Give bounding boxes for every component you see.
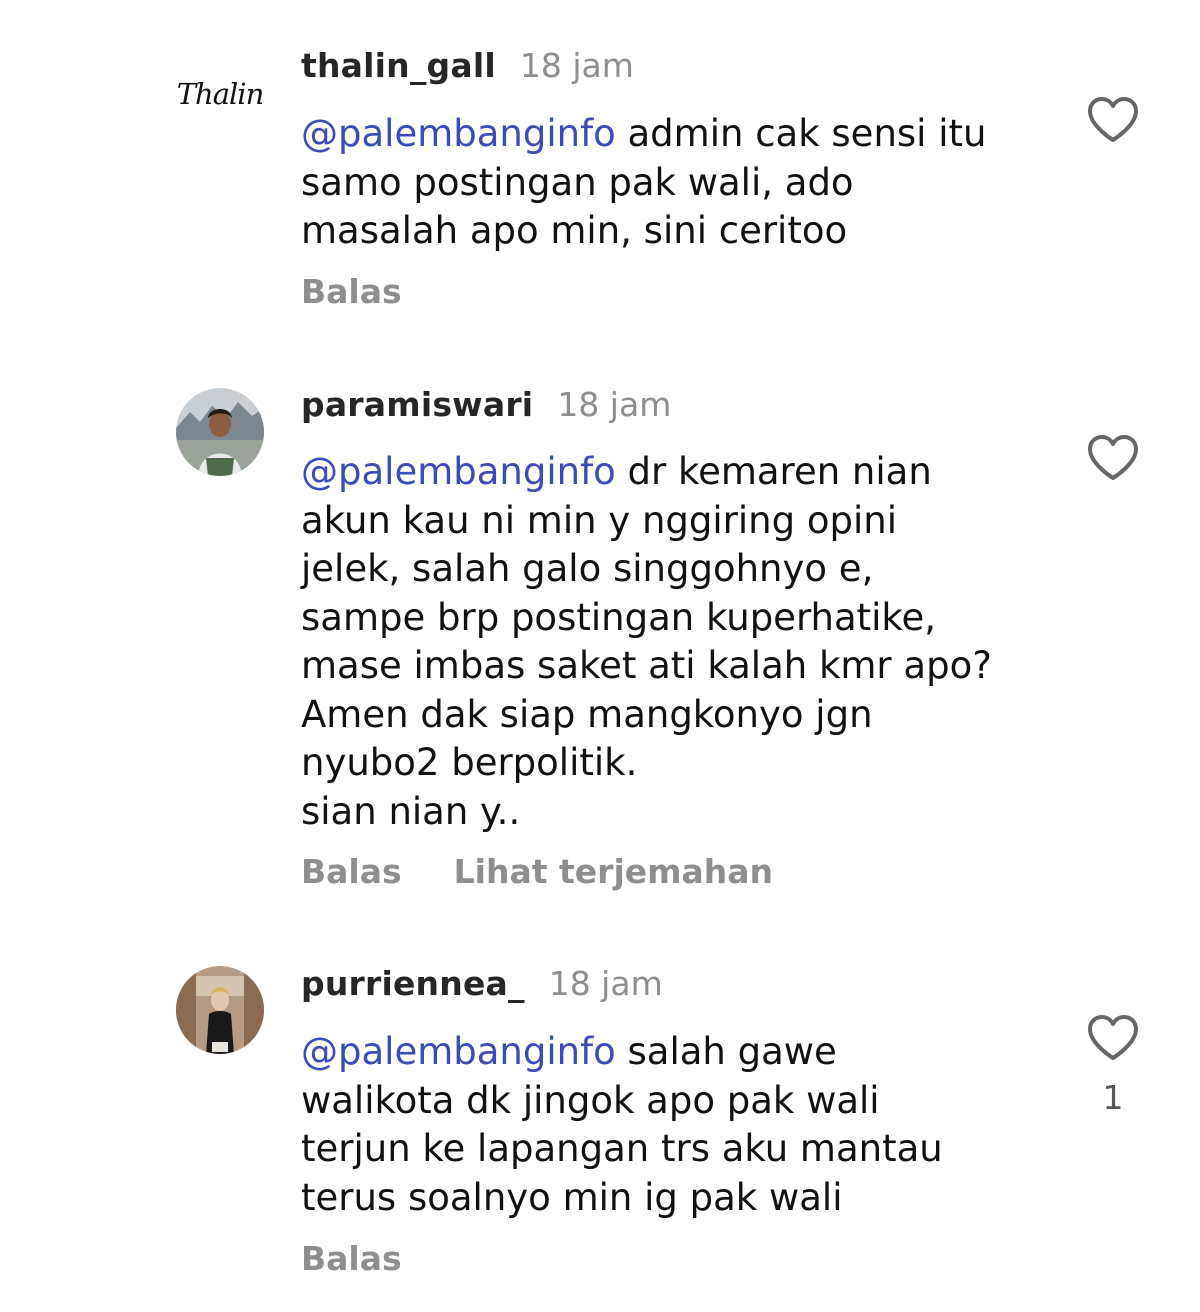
avatar[interactable] xyxy=(176,388,264,476)
reply-button[interactable]: Balas xyxy=(301,1239,402,1278)
comment-username[interactable]: thalin_gall xyxy=(301,46,496,85)
avatar-logo-text: Thalin xyxy=(176,77,264,111)
comment-actions: Balas xyxy=(301,1239,402,1278)
mention-link[interactable]: @palembanginfo xyxy=(301,450,616,493)
comment-timestamp: 18 jam xyxy=(548,964,663,1003)
avatar[interactable] xyxy=(176,966,264,1054)
avatar[interactable]: Thalin xyxy=(176,50,264,138)
comment-header: purriennea_ 18 jam xyxy=(301,964,663,1003)
comment-timestamp: 18 jam xyxy=(557,385,672,424)
mention-link[interactable]: @palembanginfo xyxy=(301,112,616,155)
heart-outline-icon[interactable] xyxy=(1086,1014,1140,1062)
see-translation-button[interactable]: Lihat terjemahan xyxy=(454,852,773,891)
comment-text: @palembanginfo admin cak sensi itu samo … xyxy=(301,110,1061,256)
like-count: 1 xyxy=(1102,1078,1124,1117)
mention-link[interactable]: @palembanginfo xyxy=(301,1030,616,1073)
reply-button[interactable]: Balas xyxy=(301,272,402,311)
reply-button[interactable]: Balas xyxy=(301,852,402,891)
comment-username[interactable]: paramiswari xyxy=(301,385,533,424)
comment-actions: Balas Lihat terjemahan xyxy=(301,852,773,891)
heart-outline-icon[interactable] xyxy=(1086,434,1140,482)
comment-username[interactable]: purriennea_ xyxy=(301,964,525,1003)
comment-text: @palembanginfo dr kemaren nian akun kau … xyxy=(301,448,1061,836)
comment-actions: Balas xyxy=(301,272,402,311)
comment-text: @palembanginfo salah gawe walikota dk ji… xyxy=(301,1028,1061,1222)
comment-body: dr kemaren nian akun kau ni min y nggiri… xyxy=(301,450,992,833)
heart-outline-icon[interactable] xyxy=(1086,96,1140,144)
comment-timestamp: 18 jam xyxy=(519,46,634,85)
comment-header: paramiswari 18 jam xyxy=(301,385,671,424)
comment-header: thalin_gall 18 jam xyxy=(301,46,634,85)
